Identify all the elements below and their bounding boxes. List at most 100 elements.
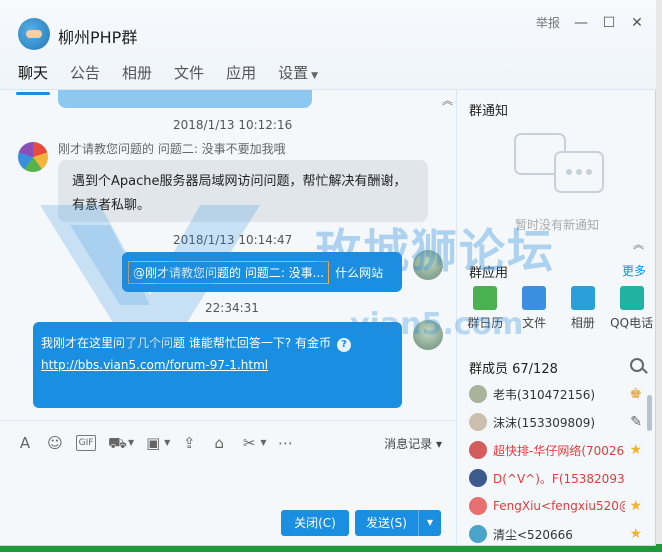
- star-icon: ★: [629, 498, 642, 514]
- list-item[interactable]: D(^V^)。F(1538209396): [457, 464, 656, 492]
- search-icon[interactable]: [630, 358, 644, 372]
- avatar: [469, 469, 487, 487]
- report-button[interactable]: 举报: [536, 14, 560, 31]
- group-title: 柳州PHP群: [58, 28, 138, 47]
- message-time: 22:34:31: [205, 301, 259, 315]
- scissors-icon[interactable]: ✂: [240, 434, 258, 452]
- maximize-button[interactable]: ☐: [602, 15, 616, 31]
- member-list[interactable]: 老韦(310472156) ♚ 沫沫(153309809) ✎ 超快排-华仔网络…: [457, 380, 656, 548]
- app-label: 群日历: [467, 316, 504, 330]
- list-item[interactable]: 沫沫(153309809) ✎: [457, 408, 656, 436]
- avatar[interactable]: [18, 142, 48, 172]
- message-bubble-partial: [58, 90, 312, 108]
- tab-settings[interactable]: 设置 ▼: [278, 62, 318, 89]
- window-header: 柳州PHP群 举报 — ☐ ✕ 聊天 公告 相册 文件 应用 设置 ▼: [0, 0, 656, 95]
- apps-more-link[interactable]: 更多: [622, 262, 646, 279]
- empty-notice-icon: [514, 133, 604, 193]
- tab-settings-label: 设置: [278, 64, 309, 82]
- chevron-down-icon[interactable]: ▼: [128, 438, 134, 447]
- star-icon: ★: [629, 526, 642, 542]
- list-item[interactable]: 超快排-华仔网络(70026 ★: [457, 436, 656, 464]
- message-history-label: 消息记录: [384, 437, 433, 451]
- gift-icon[interactable]: ⛟: [108, 434, 127, 452]
- input-toolbar: A ☺ GIF ⛟ ▼ ▣ ▼ ⇪ ⌂ ✂ ▼ ⋯ 消息记录 ▾: [0, 420, 456, 464]
- member-name: FengXiu<fengxiu520@qq: [493, 499, 625, 513]
- tab-album[interactable]: 相册: [122, 62, 152, 89]
- members-title: 群成员 67/128: [469, 362, 558, 377]
- app-list: 群日历 文件 相册 QQ电话: [461, 286, 656, 331]
- member-list-scrollbar[interactable]: [647, 395, 652, 431]
- collapse-icon[interactable]: ︽: [633, 236, 644, 252]
- avatar: [469, 525, 487, 543]
- app-calendar[interactable]: 群日历: [461, 286, 510, 331]
- message-text: 我刚才在这里问了几个问题 谁能帮忙回答一下? 有金币: [41, 336, 332, 350]
- emoji-icon[interactable]: ☺: [46, 434, 64, 452]
- avatar: [469, 497, 487, 515]
- avatar: [469, 441, 487, 459]
- message-link[interactable]: http://bbs.vian5.com/forum-97-1.html: [41, 358, 268, 372]
- send-options-chevron-icon[interactable]: ▼: [419, 510, 441, 536]
- message-input[interactable]: 关闭(C) 发送(S) ▼: [0, 464, 456, 546]
- chevron-down-icon[interactable]: ▼: [260, 438, 266, 447]
- minimize-button[interactable]: —: [574, 15, 588, 31]
- tab-bar: 聊天 公告 相册 文件 应用 设置 ▼: [15, 62, 340, 95]
- message-time: 2018/1/13 10:12:16: [173, 118, 293, 132]
- message-bubble-self: @刚才请教您问题的 问题二: 没事... 什么网站: [122, 252, 402, 292]
- list-item[interactable]: 老韦(310472156) ♚: [457, 380, 656, 408]
- avatar: [469, 413, 487, 431]
- avatar[interactable]: [413, 320, 443, 350]
- member-name: D(^V^)。F(1538209396): [493, 471, 625, 486]
- photo-icon: [570, 286, 595, 310]
- tab-notice[interactable]: 公告: [70, 62, 100, 89]
- edit-icon: ✎: [630, 414, 642, 430]
- help-icon[interactable]: ?: [337, 338, 352, 352]
- member-name: 老韦(310472156): [493, 387, 596, 402]
- app-qq-call[interactable]: QQ电话: [607, 286, 656, 331]
- quoted-message[interactable]: @刚才请教您问题的 问题二: 没事...: [128, 260, 330, 284]
- member-name: 清尘<520666: [493, 527, 573, 542]
- folder-icon: [522, 286, 547, 310]
- sender-name: 刚才请教您问题的 问题二: 没事不要加我哦: [58, 142, 286, 156]
- chat-area[interactable]: ︽ 2018/1/13 10:12:16 刚才请教您问题的 问题二: 没事不要加…: [0, 90, 456, 420]
- avatar: [469, 385, 487, 403]
- send-button[interactable]: 发送(S) ▼: [355, 510, 441, 536]
- message-time: 2018/1/13 10:14:47: [173, 233, 293, 247]
- send-button-label[interactable]: 发送(S): [355, 510, 419, 536]
- collapse-icon[interactable]: ︽: [442, 92, 453, 108]
- tab-chat[interactable]: 聊天: [15, 62, 51, 95]
- qq-group-window: 柳州PHP群 举报 — ☐ ✕ 聊天 公告 相册 文件 应用 设置 ▼ ︽ 201…: [0, 0, 656, 546]
- app-files[interactable]: 文件: [510, 286, 559, 331]
- apps-title: 群应用: [469, 266, 509, 281]
- app-album[interactable]: 相册: [559, 286, 608, 331]
- image-icon[interactable]: ▣: [144, 434, 162, 452]
- close-window-button[interactable]: ✕: [630, 15, 644, 31]
- message-bubble: 遇到个Apache服务器局域网访问问题，帮忙解决有酬谢，有意者私聊。: [58, 160, 428, 222]
- notice-empty-text: 暂时没有新通知: [515, 218, 600, 232]
- upload-icon[interactable]: ⇪: [180, 434, 198, 452]
- list-item[interactable]: FengXiu<fengxiu520@qq ★: [457, 492, 656, 520]
- star-icon: ★: [629, 442, 642, 458]
- font-icon[interactable]: A: [16, 434, 34, 452]
- more-icon[interactable]: ⋯: [276, 434, 294, 452]
- list-item[interactable]: 清尘<520666 ★: [457, 520, 656, 548]
- gif-icon[interactable]: GIF: [76, 434, 96, 451]
- group-avatar[interactable]: [18, 18, 50, 50]
- member-name: 超快排-华仔网络(70026: [493, 443, 625, 458]
- calendar-icon: [473, 286, 498, 310]
- app-label: QQ电话: [610, 316, 654, 330]
- tab-files[interactable]: 文件: [174, 62, 204, 89]
- notice-title: 群通知: [469, 104, 509, 119]
- message-bubble-self: 我刚才在这里问了几个问题 谁能帮忙回答一下? 有金币? http://bbs.v…: [33, 322, 402, 408]
- tab-apps[interactable]: 应用: [226, 62, 256, 89]
- phone-icon: [619, 286, 644, 310]
- app-label: 相册: [570, 316, 595, 330]
- message-history-button[interactable]: 消息记录 ▾: [384, 435, 442, 452]
- chevron-down-icon: ▼: [311, 71, 319, 81]
- chevron-down-icon[interactable]: ▼: [164, 438, 170, 447]
- avatar[interactable]: [413, 250, 443, 280]
- owner-icon: ♚: [629, 386, 642, 402]
- member-name: 沫沫(153309809): [493, 415, 596, 430]
- red-packet-icon[interactable]: ⌂: [210, 434, 228, 452]
- close-button[interactable]: 关闭(C): [281, 510, 349, 536]
- app-label: 文件: [522, 316, 547, 330]
